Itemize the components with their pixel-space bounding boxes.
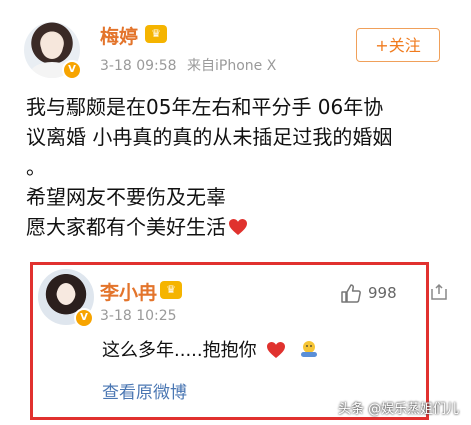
thumbs-up-icon[interactable]	[340, 282, 362, 304]
hug-emoji-icon	[301, 341, 318, 357]
share-icon[interactable]	[430, 283, 448, 301]
vip-crown-icon: ♛	[160, 281, 182, 299]
post-text-line: 愿大家都有个美好生活	[26, 215, 226, 239]
watermark: 头条 @娱乐蒸姐们儿	[338, 402, 460, 417]
post-date: 3-18 09:58	[100, 58, 177, 74]
post-text-line-with-emoji: 愿大家都有个美好生活	[26, 212, 446, 242]
verified-badge-icon: V	[62, 60, 82, 80]
reply-author-name[interactable]: 李小冉	[100, 278, 157, 305]
reply-text-row: 这么多年.....抱抱你	[102, 336, 320, 362]
author-name[interactable]: 梅婷	[100, 22, 138, 49]
post-body: 我与鄢颇是在05年左右和平分手 06年协 议离婚 小冉真的真的从未插足过我的婚姻…	[26, 92, 446, 242]
post-source: 来自iPhone X	[187, 58, 277, 74]
follow-button[interactable]: +关注	[356, 28, 440, 62]
post-text-line: 希望网友不要伤及无辜	[26, 185, 226, 209]
reply-date: 3-18 10:25	[100, 308, 177, 324]
post-text-line: 我与鄢颇是在05年左右和平分手 06年协	[26, 95, 384, 119]
avatar-face	[41, 33, 63, 59]
reply-text: 这么多年.....抱抱你	[102, 340, 257, 361]
verified-badge-icon: V	[74, 308, 94, 328]
view-original-link[interactable]: 查看原微博	[102, 378, 187, 403]
heart-emoji-icon	[229, 219, 247, 235]
heart-emoji-icon	[267, 342, 286, 358]
like-count: 998	[368, 284, 397, 302]
avatar-face	[57, 283, 75, 305]
post-text-line: 议离婚 小冉真的真的从未插足过我的婚姻	[26, 125, 393, 149]
vip-crown-icon: ♛	[145, 25, 167, 43]
post-text-line: 。	[26, 155, 46, 179]
